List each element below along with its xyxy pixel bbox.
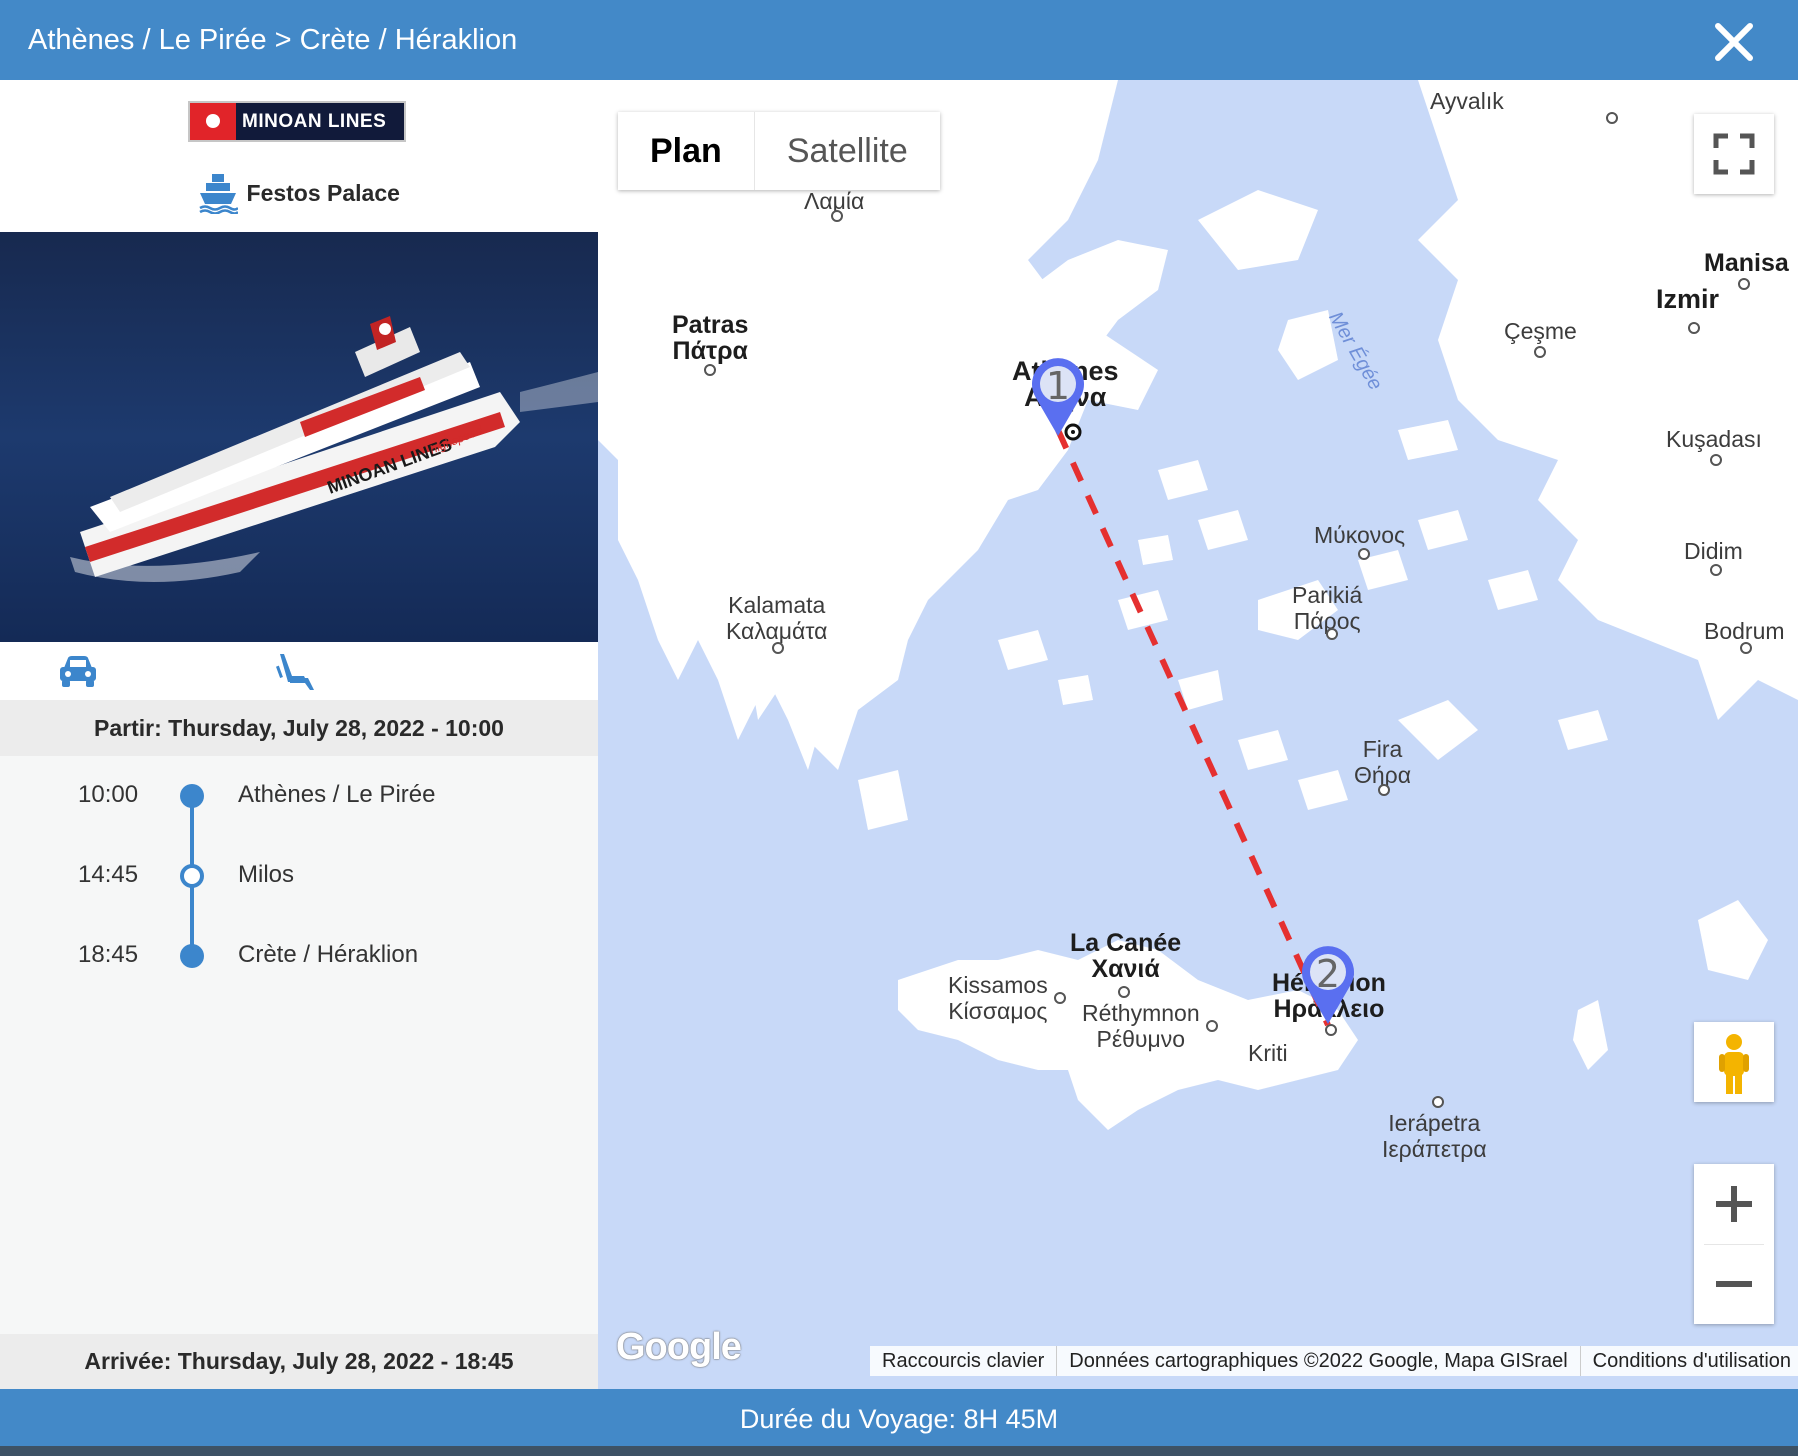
trip-details-panel: MINOAN LINES Festos Palace MINOAN LINES …: [0, 80, 598, 1389]
map-type-toggle: Plan Satellite: [618, 112, 940, 190]
stop-time: 14:45: [78, 861, 139, 888]
city-dots: [704, 112, 1752, 1108]
close-icon[interactable]: [1712, 20, 1756, 64]
route-modal: Athènes / Le Pirée > Crète / Héraklion M…: [0, 0, 1798, 1456]
ship-photo: MINOAN LINES highspeed: [0, 232, 598, 642]
route-map[interactable]: Ayvalık Λαμία Manisa Izmir Patras Πάτρα …: [598, 80, 1798, 1389]
operator-logo: MINOAN LINES: [188, 101, 406, 142]
route-marker-end[interactable]: 2: [1300, 946, 1356, 1026]
ship-icon: [199, 174, 239, 214]
minus-icon: [1716, 1281, 1752, 1287]
stop-dot: [180, 784, 204, 808]
arrival-label: Arrivée: Thursday, July 28, 2022 - 18:45: [0, 1334, 598, 1389]
route-title: Athènes / Le Pirée > Crète / Héraklion: [28, 24, 518, 56]
stop-port: Milos: [238, 861, 295, 888]
stop-dot: [180, 864, 204, 888]
departure-label: Partir: Thursday, July 28, 2022 - 10:00: [0, 700, 598, 756]
map-type-satellite[interactable]: Satellite: [753, 112, 940, 190]
fullscreen-icon: [1713, 133, 1755, 175]
ship-name-row: Festos Palace: [0, 172, 598, 216]
route-marker-start[interactable]: 1: [1030, 358, 1086, 438]
street-view-button[interactable]: [1694, 1022, 1774, 1102]
itinerary-stop: 18:45 Crète / Héraklion: [0, 936, 598, 976]
logo-emblem: [190, 103, 236, 140]
zoom-in-button[interactable]: [1694, 1164, 1774, 1244]
zoom-out-button[interactable]: [1694, 1244, 1774, 1324]
modal-header: Athènes / Le Pirée > Crète / Héraklion: [0, 0, 1798, 80]
itinerary-stop: 10:00 Athènes / Le Pirée: [0, 776, 598, 816]
amenities-bar: [0, 642, 598, 700]
ship-name: Festos Palace: [246, 179, 400, 206]
fullscreen-button[interactable]: [1694, 114, 1774, 194]
stop-port: Athènes / Le Pirée: [238, 781, 436, 808]
map-attribution: Raccourcis clavier Données cartographiqu…: [870, 1346, 1798, 1376]
map-type-plan[interactable]: Plan: [618, 112, 754, 190]
zoom-control: [1694, 1164, 1774, 1324]
map-data-credit: Données cartographiques ©2022 Google, Ma…: [1057, 1346, 1581, 1376]
footer-shadow: [0, 1446, 1798, 1456]
itinerary-timeline: 10:00 Athènes / Le Pirée 14:45 Milos 18:…: [0, 756, 598, 1056]
plus-icon: [1716, 1186, 1752, 1222]
stop-time: 18:45: [78, 941, 139, 968]
itinerary-stop: 14:45 Milos: [0, 856, 598, 896]
google-logo: Google: [616, 1326, 742, 1368]
stop-dot: [180, 944, 204, 968]
operator-block: MINOAN LINES Festos Palace: [0, 80, 598, 232]
stop-port: Crète / Héraklion: [238, 941, 419, 968]
stop-time: 10:00: [78, 781, 139, 808]
car-icon[interactable]: [56, 652, 100, 692]
terms-link[interactable]: Conditions d'utilisation: [1581, 1346, 1798, 1376]
seat-icon[interactable]: [274, 652, 318, 692]
keyboard-shortcuts-link[interactable]: Raccourcis clavier: [870, 1346, 1058, 1376]
pegman-icon: [1719, 1034, 1749, 1094]
